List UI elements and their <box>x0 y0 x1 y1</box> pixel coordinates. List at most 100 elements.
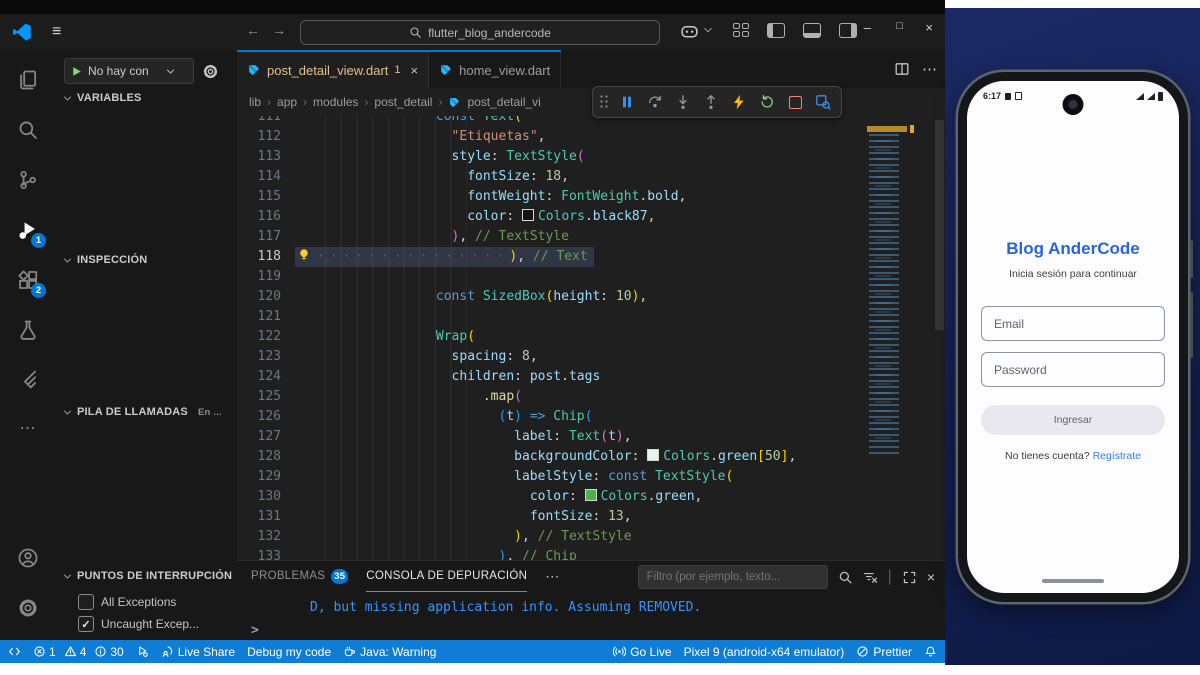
live-share-button[interactable]: Live Share <box>161 645 235 659</box>
section-variables[interactable]: VARIABLES <box>62 92 142 104</box>
line-number[interactable]: 123 <box>237 347 295 367</box>
toggle-panel-icon[interactable] <box>803 23 821 38</box>
go-live-button[interactable]: Go Live <box>613 645 671 659</box>
breadcrumb[interactable]: lib› app› modules› post_detail› post_det… <box>249 88 541 116</box>
pause-button[interactable] <box>615 90 639 114</box>
back-arrow-icon[interactable]: ← <box>246 22 260 38</box>
settings-button[interactable] <box>0 588 56 628</box>
maximize-button[interactable]: □ <box>896 20 903 32</box>
code-line[interactable]: 119 <box>237 267 945 287</box>
code-line[interactable]: 132 ), // TextStyle <box>237 527 945 547</box>
sidebar-item-testing[interactable] <box>0 310 56 350</box>
line-number[interactable]: 118 <box>237 247 295 267</box>
console-filter-input[interactable] <box>638 565 828 589</box>
sidebar-item-flutter[interactable] <box>0 360 56 400</box>
line-number[interactable]: 133 <box>237 547 295 560</box>
checkbox[interactable] <box>78 594 94 610</box>
code-line[interactable]: 121 <box>237 307 945 327</box>
sidebar-item-source-control[interactable] <box>0 160 56 200</box>
line-number[interactable]: 112 <box>237 127 295 147</box>
email-input[interactable] <box>982 317 1164 331</box>
login-button[interactable]: Ingresar <box>981 405 1165 435</box>
copilot-chevron-icon[interactable] <box>702 24 714 36</box>
line-number[interactable]: 126 <box>237 407 295 427</box>
line-number[interactable]: 120 <box>237 287 295 307</box>
hot-reload-button[interactable] <box>727 90 751 114</box>
search-icon[interactable] <box>838 570 853 585</box>
checkbox[interactable] <box>78 616 94 632</box>
tab-problems[interactable]: PROBLEMAS 35 <box>251 561 348 591</box>
notifications-button[interactable] <box>924 645 937 658</box>
code-line[interactable]: 112 "Etiquetas", <box>237 127 945 147</box>
line-number[interactable]: 132 <box>237 527 295 547</box>
code-line[interactable]: 127 label: Text(t), <box>237 427 945 447</box>
email-field[interactable] <box>981 306 1165 341</box>
line-number[interactable]: 113 <box>237 147 295 167</box>
code-line[interactable]: 114 fontSize: 18, <box>237 167 945 187</box>
remote-indicator[interactable] <box>8 645 21 658</box>
code-line[interactable]: 131 fontSize: 13, <box>237 507 945 527</box>
section-watch[interactable]: INSPECCIÓN <box>62 254 147 266</box>
prettier-status[interactable]: Prettier <box>856 645 912 659</box>
menu-hamburger-icon[interactable]: ≡ <box>52 23 61 41</box>
line-number[interactable]: 128 <box>237 447 295 467</box>
split-editor-icon[interactable] <box>894 61 910 77</box>
code-line[interactable]: 120 const SizedBox(height: 10), <box>237 287 945 307</box>
debug-console[interactable]: D, but missing application info. Assumin… <box>237 591 945 641</box>
step-into-button[interactable] <box>671 90 695 114</box>
problems-summary[interactable]: 1 4 30 <box>33 645 124 659</box>
inspect-widget-button[interactable] <box>811 90 835 114</box>
sidebar-item-search[interactable] <box>0 110 56 150</box>
step-over-button[interactable] <box>643 90 667 114</box>
code-line[interactable]: 125 .map( <box>237 387 945 407</box>
line-number[interactable]: 130 <box>237 487 295 507</box>
code-line[interactable]: 129 labelStyle: const TextStyle( <box>237 467 945 487</box>
debug-status[interactable] <box>136 645 149 658</box>
breadcrumb-item[interactable]: lib <box>249 95 261 109</box>
scrollbar-thumb[interactable] <box>935 120 944 330</box>
close-button[interactable]: × <box>925 20 933 35</box>
device-selector[interactable]: Pixel 9 (android-x64 emulator) <box>684 645 845 659</box>
line-number[interactable]: 114 <box>237 167 295 187</box>
breadcrumb-item[interactable]: app <box>277 95 297 109</box>
code-line[interactable]: 116 color: Colors.black87, <box>237 207 945 227</box>
line-number[interactable]: 116 <box>237 207 295 227</box>
code-line[interactable]: 124 children: post.tags <box>237 367 945 387</box>
maximize-panel-icon[interactable] <box>902 570 917 585</box>
minimize-button[interactable]: – <box>864 20 871 35</box>
more-panel-tabs-icon[interactable]: ⋯ <box>545 568 559 585</box>
step-out-button[interactable] <box>699 90 723 114</box>
tab-home-view[interactable]: home_view.dart <box>429 52 561 88</box>
tab-close-icon[interactable]: × <box>411 63 419 78</box>
toggle-sidebar-icon[interactable] <box>767 23 785 38</box>
code-line[interactable]: 113 style: TextStyle( <box>237 147 945 167</box>
section-breakpoints[interactable]: PUNTOS DE INTERRUPCIÓN <box>62 570 232 582</box>
line-number[interactable]: 129 <box>237 467 295 487</box>
code-line[interactable]: 122 Wrap( <box>237 327 945 347</box>
line-number[interactable]: 111 <box>237 116 295 127</box>
breadcrumb-item[interactable]: modules <box>313 95 358 109</box>
signup-link[interactable]: Regístrate <box>1093 450 1141 462</box>
accounts-button[interactable] <box>0 538 56 578</box>
clear-filter-icon[interactable] <box>863 570 878 585</box>
java-status-button[interactable]: Java: Warning <box>343 645 436 659</box>
forward-arrow-icon[interactable]: → <box>272 22 286 38</box>
code-line[interactable]: 111 const Text( <box>237 116 945 127</box>
sidebar-item-run-debug[interactable]: 1 <box>0 210 56 250</box>
line-number[interactable]: 122 <box>237 327 295 347</box>
breakpoint-all-exceptions[interactable]: All Exceptions <box>78 594 176 610</box>
line-number[interactable]: 117 <box>237 227 295 247</box>
code-editor[interactable]: 111 const Text(112 "Etiquetas",113 style… <box>237 116 945 560</box>
line-number[interactable]: 125 <box>237 387 295 407</box>
code-line[interactable]: 117 ), // TextStyle <box>237 227 945 247</box>
customize-layout-icon[interactable] <box>733 23 749 37</box>
line-number[interactable]: 119 <box>237 267 295 287</box>
password-input[interactable] <box>982 363 1164 377</box>
more-actions-icon[interactable]: ⋯ <box>922 60 937 78</box>
code-line[interactable]: 130 color: Colors.green, <box>237 487 945 507</box>
sidebar-item-extensions[interactable]: 2 <box>0 260 56 300</box>
tab-debug-console[interactable]: CONSOLA DE DEPURACIÓN <box>366 561 527 592</box>
line-number[interactable]: 127 <box>237 427 295 447</box>
more-views-button[interactable]: ⋯ <box>0 408 56 448</box>
stop-button[interactable] <box>783 90 807 114</box>
